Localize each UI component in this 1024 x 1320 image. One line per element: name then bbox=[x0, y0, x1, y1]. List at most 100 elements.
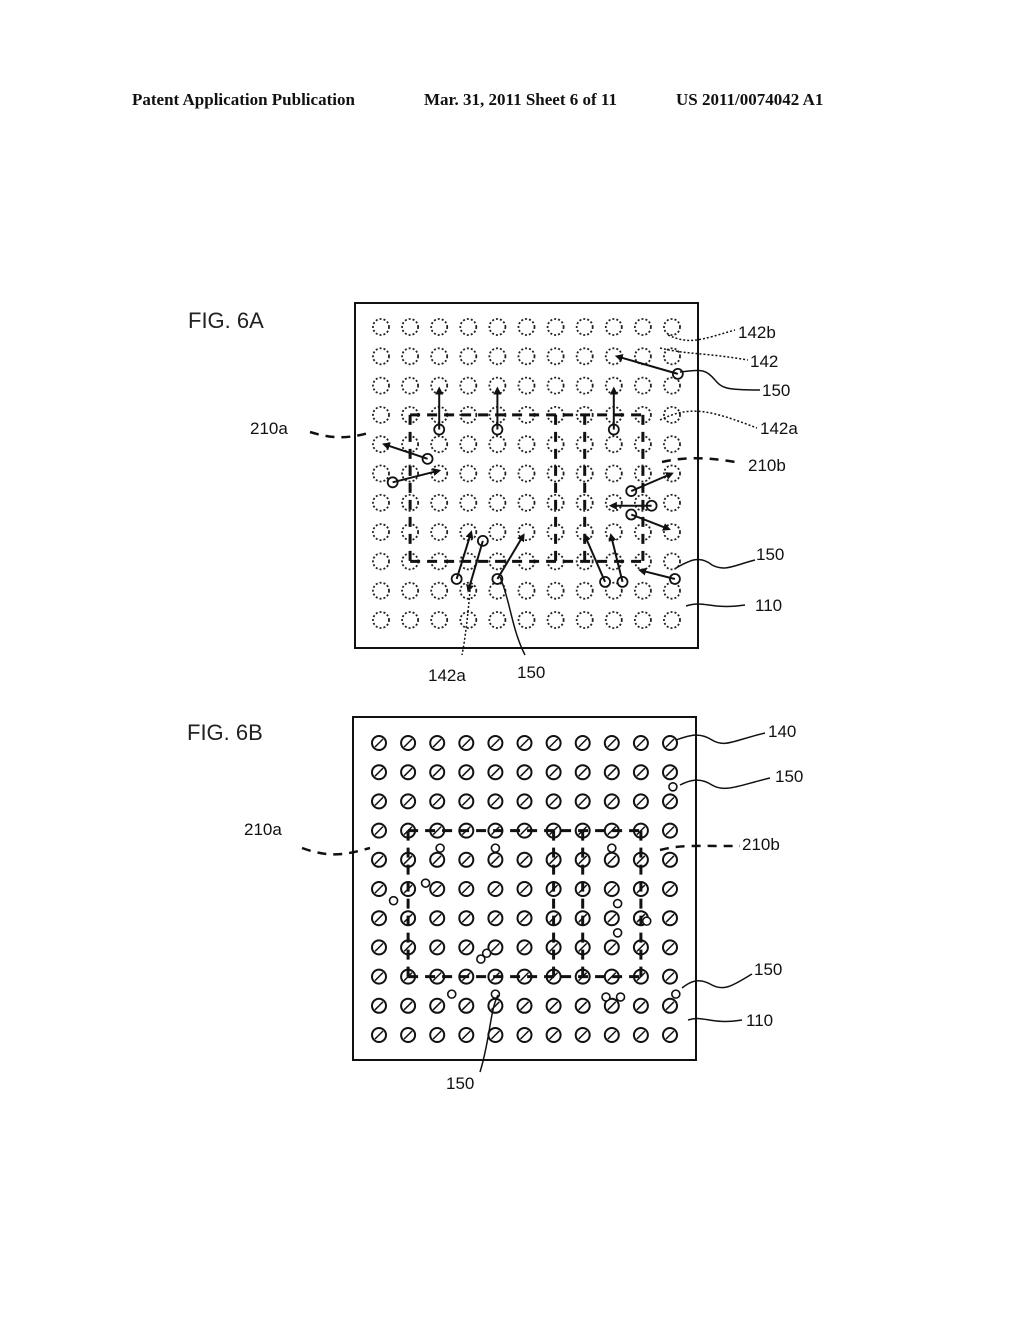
bump-slash bbox=[607, 1001, 617, 1011]
pad-142 bbox=[604, 523, 623, 541]
ref-150-bottom-6b: 150 bbox=[446, 1074, 474, 1093]
bump-slash bbox=[519, 913, 530, 923]
pad-142 bbox=[430, 347, 449, 366]
bump-slash bbox=[665, 884, 675, 894]
pad-142 bbox=[546, 611, 565, 629]
pad-142 bbox=[517, 376, 536, 395]
bump-140 bbox=[662, 939, 678, 956]
element-150 bbox=[668, 781, 678, 792]
bump-140 bbox=[545, 735, 562, 751]
element-150 bbox=[612, 927, 623, 938]
bump-140 bbox=[603, 939, 620, 956]
bump-140 bbox=[458, 764, 475, 781]
pad-142 bbox=[575, 318, 594, 336]
pad-142 bbox=[459, 318, 478, 336]
bump-140 bbox=[371, 968, 387, 985]
bump-slash bbox=[665, 796, 675, 806]
leader-140 bbox=[675, 732, 766, 745]
bump-slash bbox=[519, 942, 530, 952]
bump-140 bbox=[516, 793, 533, 810]
bump-slash bbox=[374, 913, 384, 923]
bump-slash bbox=[636, 1030, 646, 1040]
pad-142 bbox=[372, 464, 390, 483]
bump-slash bbox=[374, 855, 384, 865]
pad-142 bbox=[663, 435, 681, 454]
bump-140 bbox=[458, 851, 475, 868]
element-150 bbox=[612, 898, 623, 909]
element-150 bbox=[671, 989, 681, 999]
bump-slash bbox=[374, 796, 384, 806]
bump-140 bbox=[662, 851, 678, 868]
displaced-elements-150 bbox=[388, 781, 681, 1002]
bump-slash bbox=[374, 767, 384, 777]
ref-110-6b: 110 bbox=[746, 1011, 773, 1030]
pad-142 bbox=[488, 523, 507, 541]
bump-140 bbox=[487, 735, 504, 751]
bump-140 bbox=[371, 735, 387, 751]
bump-140 bbox=[487, 793, 504, 810]
pad-142 bbox=[401, 581, 420, 600]
pad-142 bbox=[372, 611, 390, 629]
ref-150-right: 150 bbox=[756, 545, 784, 564]
bump-slash bbox=[578, 738, 588, 748]
ref-210b: 210b bbox=[748, 456, 786, 475]
bump-140 bbox=[603, 910, 620, 927]
bump-140 bbox=[545, 764, 562, 781]
bump-140 bbox=[516, 881, 533, 897]
bump-slash bbox=[432, 767, 442, 777]
bump-140 bbox=[574, 764, 591, 781]
bump-slash bbox=[607, 855, 617, 865]
bump-140 bbox=[458, 735, 475, 751]
element-150 bbox=[606, 843, 617, 853]
pad-142 bbox=[430, 318, 449, 336]
ref-210a-6b: 210a bbox=[244, 820, 282, 839]
pad-142 bbox=[634, 376, 652, 395]
bump-slash bbox=[549, 738, 559, 748]
bump-140 bbox=[429, 764, 446, 781]
bump-slash bbox=[490, 796, 500, 806]
bump-140 bbox=[400, 997, 417, 1014]
bump-140 bbox=[371, 910, 387, 927]
bump-140 bbox=[371, 997, 387, 1014]
bump-slash bbox=[432, 738, 442, 748]
element-150 bbox=[481, 948, 492, 959]
pad-142 bbox=[517, 464, 536, 483]
bump-slash bbox=[432, 913, 442, 923]
bump-slash bbox=[607, 767, 617, 777]
figure-6a-title: FIG. 6A bbox=[188, 308, 264, 333]
displacement-arrow bbox=[466, 540, 484, 593]
bump-140 bbox=[429, 735, 446, 751]
bump-slash bbox=[490, 884, 500, 894]
bump-grid-6b bbox=[371, 735, 678, 1043]
pad-142 bbox=[459, 347, 478, 366]
pad-142 bbox=[459, 493, 478, 512]
bump-140 bbox=[371, 1027, 387, 1043]
bump-slash bbox=[403, 1030, 413, 1040]
bump-140 bbox=[662, 881, 678, 897]
bump-slash bbox=[578, 796, 588, 806]
bump-140 bbox=[603, 851, 620, 868]
pad-142 bbox=[372, 493, 390, 512]
substrate-110-outline bbox=[354, 302, 699, 649]
bump-slash bbox=[461, 1001, 471, 1011]
pad-142 bbox=[663, 493, 681, 512]
pad-142 bbox=[546, 347, 565, 366]
leader-142a-bottom bbox=[461, 589, 471, 656]
bump-slash bbox=[461, 913, 471, 923]
pad-142 bbox=[372, 405, 390, 424]
bump-slash bbox=[461, 942, 471, 952]
bump-140 bbox=[429, 881, 446, 897]
bump-slash bbox=[432, 1030, 442, 1040]
bump-140 bbox=[429, 997, 446, 1014]
pad-142 bbox=[604, 464, 623, 483]
bump-140 bbox=[487, 764, 504, 781]
bump-slash bbox=[519, 1030, 530, 1040]
bump-140 bbox=[400, 793, 417, 810]
bump-140 bbox=[487, 851, 504, 868]
bump-140 bbox=[458, 939, 475, 956]
leader-150-top-6b bbox=[679, 777, 771, 790]
bump-140 bbox=[662, 735, 678, 751]
bump-140 bbox=[458, 793, 475, 810]
leader-150-right bbox=[675, 558, 756, 569]
bump-slash bbox=[665, 738, 675, 748]
